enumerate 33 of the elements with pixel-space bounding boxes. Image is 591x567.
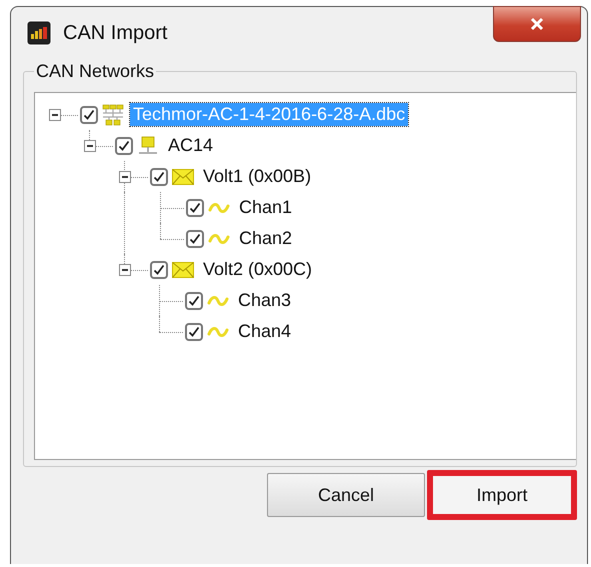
- envelope-icon: [172, 168, 194, 184]
- tree-item[interactable]: Volt1 (0x00B): [200, 165, 314, 188]
- checkbox[interactable]: [185, 292, 203, 310]
- envelope-icon: [172, 262, 194, 278]
- app-icon: [27, 21, 51, 45]
- checkbox[interactable]: [115, 136, 133, 154]
- wave-icon: [207, 294, 229, 306]
- tree-item[interactable]: Chan3: [235, 289, 294, 312]
- computer-icon: [137, 134, 159, 156]
- dialog-button[interactable]: Cancel: [267, 473, 425, 517]
- collapse-icon[interactable]: [119, 264, 131, 276]
- checkbox[interactable]: [150, 168, 168, 186]
- wave-icon: [208, 232, 230, 244]
- tree-item[interactable]: Chan2: [236, 227, 296, 250]
- checkbox[interactable]: [186, 230, 204, 248]
- checkbox[interactable]: [150, 260, 168, 278]
- checkbox[interactable]: [80, 106, 98, 124]
- close-icon: [530, 17, 544, 31]
- checkbox[interactable]: [185, 322, 203, 340]
- window-title: CAN Import: [63, 22, 168, 44]
- tree-item[interactable]: Chan1: [236, 196, 296, 219]
- tree-item[interactable]: AC14: [165, 134, 216, 157]
- dialog-button[interactable]: Import: [427, 470, 577, 520]
- collapse-icon[interactable]: [84, 140, 96, 152]
- network-icon: [102, 104, 124, 126]
- collapse-icon[interactable]: [119, 170, 131, 182]
- checkbox[interactable]: [186, 198, 204, 216]
- collapse-icon[interactable]: [49, 108, 61, 120]
- wave-icon: [208, 202, 230, 214]
- wave-icon: [207, 326, 229, 338]
- close-button[interactable]: [493, 6, 581, 42]
- tree-item[interactable]: Chan4: [235, 320, 294, 343]
- tree-item[interactable]: Volt2 (0x00C): [200, 258, 316, 281]
